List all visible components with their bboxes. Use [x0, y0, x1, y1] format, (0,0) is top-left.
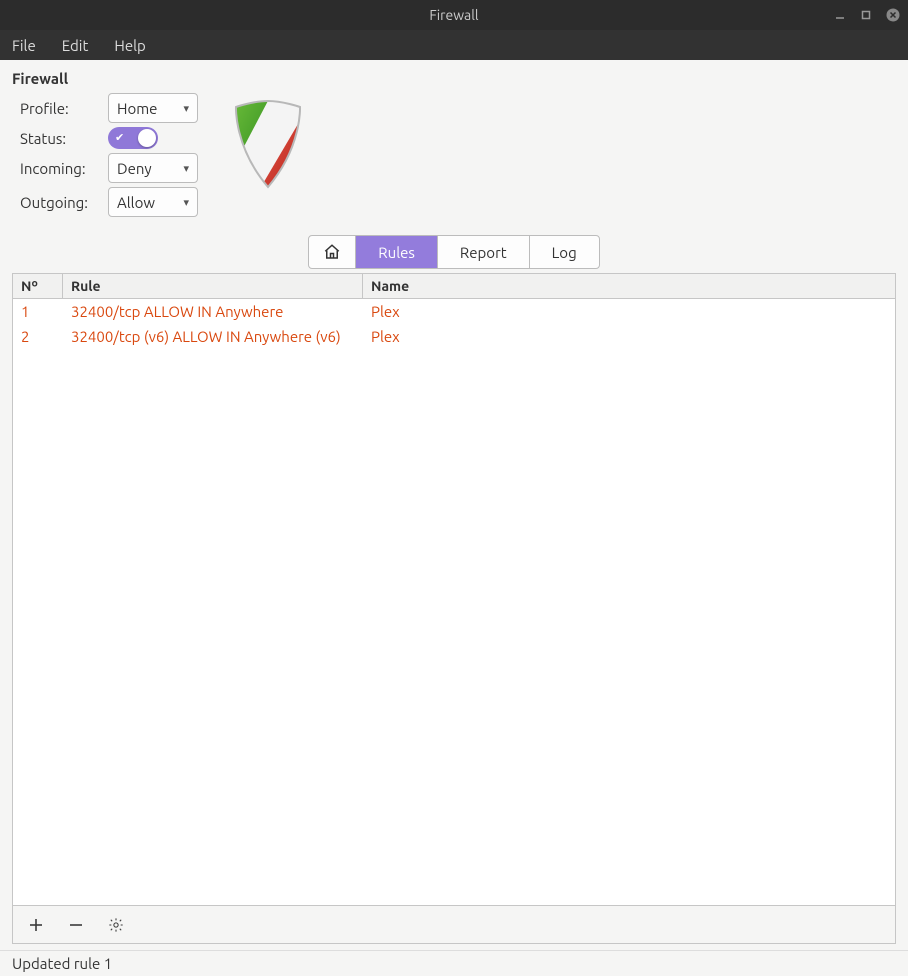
chevron-down-icon: ▾ — [183, 102, 189, 115]
check-icon: ✔ — [115, 133, 124, 144]
cell-rule: 32400/tcp (v6) ALLOW IN Anywhere (v6) — [63, 324, 363, 349]
tabs: Rules Report Log — [308, 235, 599, 269]
col-header-name[interactable]: Name — [363, 274, 895, 298]
edit-rule-button[interactable] — [107, 916, 125, 934]
add-rule-button[interactable] — [27, 916, 45, 934]
table-row[interactable]: 1 32400/tcp ALLOW IN Anywhere Plex — [13, 299, 895, 324]
table-body[interactable]: 1 32400/tcp ALLOW IN Anywhere Plex 2 324… — [13, 299, 895, 905]
table-header: Nº Rule Name — [13, 274, 895, 299]
menu-file[interactable]: File — [8, 35, 40, 56]
menu-edit[interactable]: Edit — [58, 35, 93, 56]
outgoing-label: Outgoing: — [20, 194, 100, 211]
outgoing-value: Allow — [117, 194, 155, 211]
remove-rule-button[interactable] — [67, 916, 85, 934]
chevron-down-icon: ▾ — [183, 162, 189, 175]
settings-form: Profile: Home ▾ Status: ✔ Incoming: Deny… — [20, 93, 198, 217]
shield-icon — [228, 97, 308, 192]
close-button[interactable] — [886, 8, 900, 22]
status-text: Updated rule 1 — [12, 955, 112, 972]
cell-name: Plex — [363, 299, 895, 324]
col-header-rule[interactable]: Rule — [63, 274, 363, 298]
plus-icon — [29, 918, 43, 932]
menubar: File Edit Help — [0, 30, 908, 60]
chevron-down-icon: ▾ — [183, 196, 189, 209]
rules-toolbar — [12, 906, 896, 944]
cell-name: Plex — [363, 324, 895, 349]
incoming-label: Incoming: — [20, 160, 100, 177]
table-row[interactable]: 2 32400/tcp (v6) ALLOW IN Anywhere (v6) … — [13, 324, 895, 349]
window-title: Firewall — [0, 7, 908, 23]
cell-no: 1 — [13, 299, 63, 324]
section-heading: Firewall — [12, 70, 896, 87]
toggle-knob — [138, 129, 156, 147]
minus-icon — [69, 918, 83, 932]
content: Firewall Profile: Home ▾ Status: ✔ Incom… — [0, 60, 908, 944]
maximize-button[interactable] — [860, 9, 872, 21]
incoming-value: Deny — [117, 160, 152, 177]
window-controls — [834, 8, 900, 22]
profile-label: Profile: — [20, 100, 100, 117]
tab-log[interactable]: Log — [530, 236, 599, 268]
minimize-button[interactable] — [834, 9, 846, 21]
cell-no: 2 — [13, 324, 63, 349]
menu-help[interactable]: Help — [110, 35, 149, 56]
tabs-container: Rules Report Log — [12, 235, 896, 269]
tab-rules[interactable]: Rules — [356, 236, 438, 268]
status-toggle[interactable]: ✔ — [108, 127, 158, 149]
titlebar: Firewall — [0, 0, 908, 30]
cell-rule: 32400/tcp ALLOW IN Anywhere — [63, 299, 363, 324]
col-header-no[interactable]: Nº — [13, 274, 63, 298]
tab-home[interactable] — [309, 236, 356, 268]
settings-area: Profile: Home ▾ Status: ✔ Incoming: Deny… — [12, 93, 896, 217]
rules-table: Nº Rule Name 1 32400/tcp ALLOW IN Anywhe… — [12, 273, 896, 906]
incoming-select[interactable]: Deny ▾ — [108, 153, 198, 183]
gear-icon — [108, 917, 124, 933]
tab-report[interactable]: Report — [438, 236, 530, 268]
profile-select[interactable]: Home ▾ — [108, 93, 198, 123]
home-icon — [323, 243, 341, 261]
outgoing-select[interactable]: Allow ▾ — [108, 187, 198, 217]
status-label: Status: — [20, 130, 100, 147]
profile-value: Home — [117, 100, 157, 117]
statusbar: Updated rule 1 — [0, 950, 908, 976]
